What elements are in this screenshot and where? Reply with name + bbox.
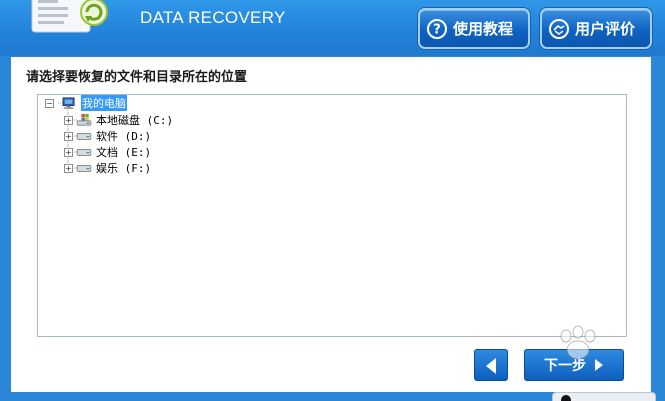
handshake-icon: [549, 18, 569, 39]
windows-drive-icon: [76, 114, 92, 126]
expand-icon[interactable]: +: [64, 131, 73, 141]
app-header: DATA RECOVERY ? 使用教程 用户评价: [0, 0, 665, 56]
app-title: DATA RECOVERY: [140, 8, 286, 27]
location-prompt: 请选择要恢复的文件和目录所在的位置: [26, 70, 248, 85]
floating-tab[interactable]: [552, 392, 656, 401]
expand-icon[interactable]: +: [64, 147, 73, 157]
tree-item-drive-c[interactable]: + 本地磁盘 (C:): [64, 112, 173, 128]
svg-text:?: ?: [433, 22, 441, 37]
next-label: 下一步: [544, 358, 586, 374]
tree-item-label: 娱乐 (F:): [96, 162, 152, 175]
computer-icon: [62, 97, 75, 109]
tree-item-drive-d[interactable]: + 软件 (D:): [64, 128, 151, 144]
tree-root-label: 我的电脑: [81, 95, 127, 111]
expand-icon[interactable]: +: [64, 115, 73, 125]
collapse-icon[interactable]: −: [45, 98, 54, 108]
user-review-label: 用户评价: [575, 20, 636, 38]
arrow-left-icon: [486, 358, 496, 374]
tree-item-label: 软件 (D:): [96, 130, 152, 143]
drive-icon: [76, 149, 92, 156]
expand-icon[interactable]: +: [64, 163, 73, 173]
tree-item-label: 文档 (E:): [96, 146, 152, 159]
avatar-icon: [561, 395, 571, 401]
user-review-button[interactable]: 用户评价: [540, 8, 652, 49]
folder-tree[interactable]: − 我的电脑 + 本地磁盘 (C:) + 软件 (D:) + 文档 (E:) +…: [37, 94, 627, 337]
arrow-right-icon: [595, 359, 603, 371]
app-logo-icon: [31, 0, 108, 33]
drive-icon: [76, 133, 92, 140]
question-icon: ?: [427, 18, 447, 39]
drive-icon: [76, 165, 92, 172]
tree-item-drive-e[interactable]: + 文档 (E:): [64, 144, 151, 160]
tree-item-label: 本地磁盘 (C:): [96, 114, 174, 127]
help-tutorial-button[interactable]: ? 使用教程: [418, 8, 530, 49]
help-tutorial-label: 使用教程: [453, 20, 514, 38]
tree-root-my-computer[interactable]: − 我的电脑: [45, 95, 127, 111]
back-button[interactable]: [474, 349, 508, 381]
next-button[interactable]: 下一步: [524, 349, 624, 381]
tree-item-drive-f[interactable]: + 娱乐 (F:): [64, 160, 151, 176]
